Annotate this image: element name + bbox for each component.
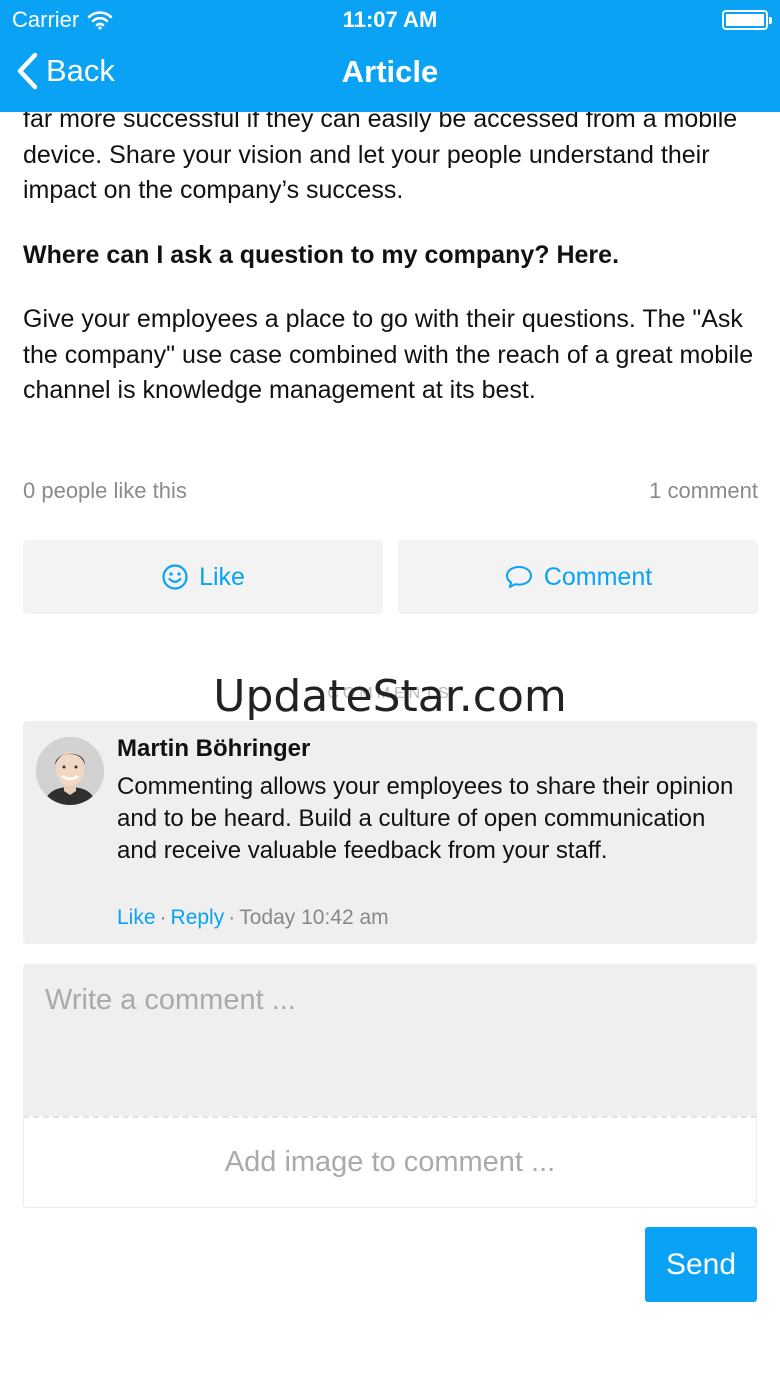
navigation-bar: Back Article xyxy=(0,40,780,112)
speech-bubble-icon xyxy=(504,564,534,590)
comment-input[interactable] xyxy=(23,964,757,1116)
add-image-label: Add image to comment ... xyxy=(224,1146,556,1178)
comment-reply-link[interactable]: Reply xyxy=(171,906,225,929)
comment-item: Martin Böhringer Commenting allows your … xyxy=(23,721,757,944)
meta-separator: · xyxy=(228,906,236,929)
meta-separator: · xyxy=(159,906,167,929)
app-header: Carrier 11:07 AM Back Article xyxy=(0,0,780,112)
like-button[interactable]: Like xyxy=(23,540,383,614)
page-title: Article xyxy=(341,54,439,89)
likes-count[interactable]: 0 people like this xyxy=(23,478,187,504)
avatar[interactable] xyxy=(36,737,104,805)
article-paragraph-top: far more successful if they can easily b… xyxy=(23,105,738,204)
comment-author[interactable]: Martin Böhringer xyxy=(117,735,310,763)
watermark-overlay: UpdateStar.com xyxy=(213,671,567,722)
comment-button-label: Comment xyxy=(543,562,653,591)
battery-level xyxy=(726,14,764,26)
like-button-label: Like xyxy=(199,562,245,591)
status-time: 11:07 AM xyxy=(342,7,438,32)
article-heading: Where can I ask a question to my company… xyxy=(23,241,620,269)
comment-meta: Like · Reply · Today 10:42 am xyxy=(117,906,389,930)
comment-button[interactable]: Comment xyxy=(398,540,758,614)
send-button[interactable]: Send xyxy=(645,1227,757,1302)
status-bar: Carrier 11:07 AM xyxy=(0,0,780,40)
article-paragraph-body: Give your employees a place to go with t… xyxy=(23,305,754,404)
article-screen: Carrier 11:07 AM Back Article far more s… xyxy=(0,0,780,1387)
smiley-icon xyxy=(161,563,189,591)
comment-timestamp: Today 10:42 am xyxy=(239,906,389,929)
battery-icon xyxy=(722,10,772,30)
comments-count[interactable]: 1 comment xyxy=(649,478,758,504)
add-image-button[interactable]: Add image to comment ... xyxy=(23,1116,757,1208)
comment-like-link[interactable]: Like xyxy=(117,906,156,929)
comment-text: Commenting allows your employees to shar… xyxy=(117,773,734,864)
